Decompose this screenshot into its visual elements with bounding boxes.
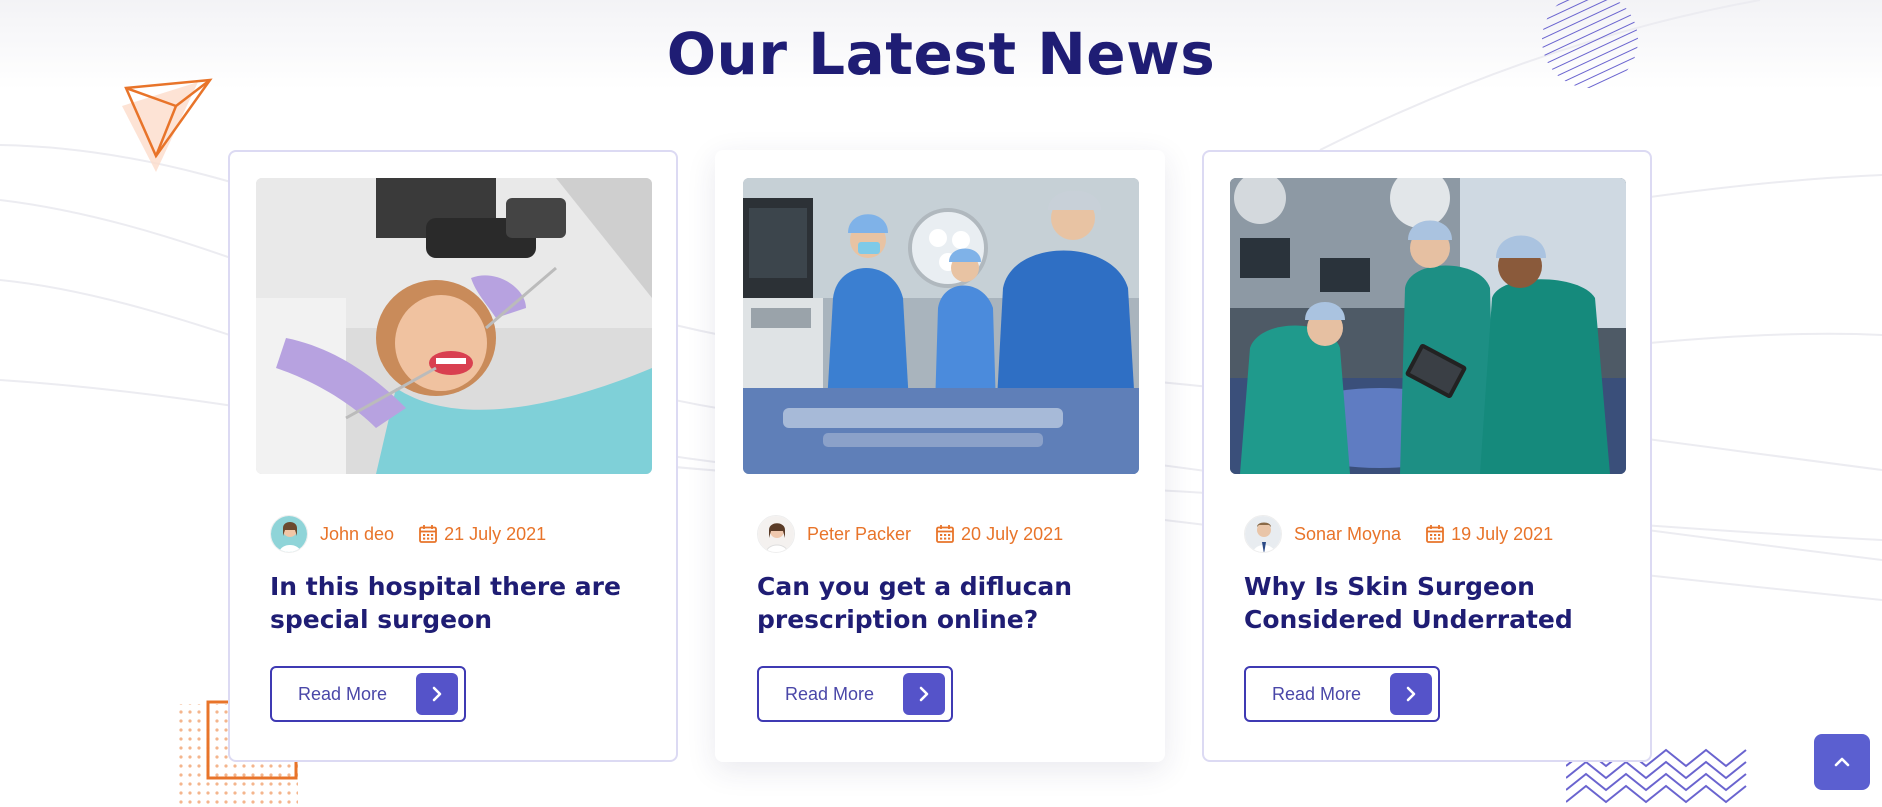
author-avatar [270, 515, 308, 553]
post-date: 21 July 2021 [444, 523, 547, 544]
scroll-to-top-button[interactable] [1814, 734, 1870, 790]
news-card: Peter Packer 20 July 2021 Can you get a … [715, 150, 1165, 762]
news-card: Sonar Moyna 19 July 2021 Why Is Skin Sur… [1202, 150, 1652, 762]
post-title[interactable]: Can you get a diflucan prescription onli… [757, 570, 1137, 636]
chevron-right-icon [903, 673, 945, 715]
calendar-icon [419, 525, 437, 543]
news-card: John deo 21 July 2021 In this hospital t… [228, 150, 678, 762]
post-title[interactable]: Why Is Skin Surgeon Considered Underrate… [1244, 570, 1624, 636]
read-more-label: Read More [1272, 683, 1362, 704]
section-title: Our Latest News [666, 20, 1216, 88]
read-more-label: Read More [298, 683, 388, 704]
chevron-up-icon [1834, 757, 1850, 767]
author-avatar [1244, 515, 1282, 553]
read-more-label: Read More [785, 683, 875, 704]
post-date: 20 July 2021 [961, 523, 1064, 544]
triangle-decoration-icon [122, 78, 213, 172]
latest-news-section: Our Latest News John deo 21 July 2021 In… [0, 0, 1882, 807]
post-title[interactable]: In this hospital there are special surge… [270, 570, 650, 636]
news-card-image[interactable] [743, 178, 1139, 474]
post-meta: Sonar Moyna 19 July 2021 [1244, 514, 1630, 554]
calendar-icon [936, 525, 954, 543]
post-date: 19 July 2021 [1451, 523, 1554, 544]
calendar-icon [1426, 525, 1444, 543]
author-name[interactable]: Sonar Moyna [1294, 524, 1401, 545]
chevron-right-icon [416, 673, 458, 715]
author-avatar [757, 515, 795, 553]
read-more-button[interactable]: Read More [270, 666, 466, 722]
post-meta: John deo 21 July 2021 [270, 514, 656, 554]
read-more-button[interactable]: Read More [1244, 666, 1440, 722]
surgeons-operating-room-photo [743, 178, 1139, 474]
post-meta: Peter Packer 20 July 2021 [757, 514, 1143, 554]
chevron-right-icon [1390, 673, 1432, 715]
read-more-button[interactable]: Read More [757, 666, 953, 722]
surgery-team-tablet-photo [1230, 178, 1626, 474]
news-card-image[interactable] [256, 178, 652, 474]
dentist-patient-photo [256, 178, 652, 474]
author-name[interactable]: John deo [320, 524, 394, 545]
news-card-image[interactable] [1230, 178, 1626, 474]
author-name[interactable]: Peter Packer [807, 524, 911, 545]
